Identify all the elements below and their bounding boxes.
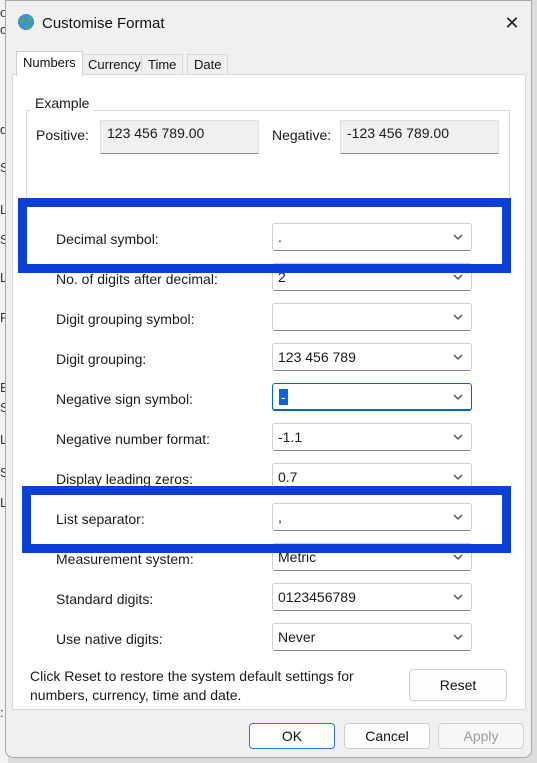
apply-button[interactable]: Apply bbox=[438, 723, 524, 749]
standard-digits-value: 0123456789 bbox=[278, 589, 356, 605]
digit-grouping-symbol-label: Digit grouping symbol: bbox=[56, 311, 195, 327]
tab-numbers[interactable]: Numbers bbox=[16, 51, 83, 76]
close-button[interactable]: ✕ bbox=[493, 6, 531, 40]
chevron-down-icon bbox=[453, 434, 463, 440]
digit-grouping-symbol-dropdown[interactable] bbox=[272, 303, 472, 331]
reset-description: Click Reset to restore the system defaul… bbox=[30, 668, 354, 703]
chevron-down-icon bbox=[453, 314, 463, 320]
digit-grouping-value: 123 456 789 bbox=[278, 349, 356, 365]
display-leading-zeros-dropdown[interactable]: 0.7 bbox=[272, 463, 472, 491]
negative-label: Negative: bbox=[272, 127, 332, 143]
tab-date[interactable]: Date bbox=[187, 54, 229, 74]
title-bar: Customise Format ✕ bbox=[6, 1, 531, 45]
decimal-symbol-dropdown[interactable]: . bbox=[272, 223, 472, 251]
negative-number-format-dropdown[interactable]: -1.1 bbox=[272, 423, 472, 451]
ok-button[interactable]: OK bbox=[249, 723, 335, 749]
measurement-system-label: Measurement system: bbox=[56, 551, 194, 567]
negative-number-format-value: -1.1 bbox=[278, 429, 303, 445]
display-leading-zeros-label: Display leading zeros: bbox=[56, 471, 193, 487]
example-group-title: Example bbox=[30, 95, 95, 111]
decimal-symbol-label: Decimal symbol: bbox=[56, 231, 159, 247]
digit-grouping-dropdown[interactable]: 123 456 789 bbox=[272, 343, 472, 371]
positive-example-box: 123 456 789.00 bbox=[100, 120, 259, 154]
window-title: Customise Format bbox=[42, 15, 165, 32]
chevron-down-icon bbox=[453, 594, 463, 600]
chevron-down-icon bbox=[453, 634, 463, 640]
chevron-down-icon bbox=[453, 474, 463, 480]
list-separator-label: List separator: bbox=[56, 511, 145, 527]
positive-example-value: 123 456 789.00 bbox=[107, 125, 205, 141]
negative-example-value: -123 456 789.00 bbox=[347, 125, 449, 141]
negative-sign-symbol-label: Negative sign symbol: bbox=[56, 391, 193, 407]
negative-example-box: -123 456 789.00 bbox=[340, 120, 499, 154]
chevron-down-icon bbox=[453, 354, 463, 360]
measurement-system-dropdown[interactable]: Metric bbox=[272, 543, 472, 571]
measurement-system-value: Metric bbox=[278, 549, 317, 565]
positive-label: Positive: bbox=[36, 127, 89, 143]
negative-number-format-label: Negative number format: bbox=[56, 431, 211, 447]
reset-button[interactable]: Reset bbox=[409, 669, 507, 701]
digits-after-decimal-value: 2 bbox=[278, 269, 286, 285]
digit-grouping-label: Digit grouping: bbox=[56, 351, 147, 367]
decimal-symbol-value: . bbox=[278, 229, 282, 245]
use-native-digits-dropdown[interactable]: Never bbox=[272, 623, 472, 651]
digits-after-decimal-dropdown[interactable]: 2 bbox=[272, 263, 472, 291]
tab-currency[interactable]: Currency bbox=[81, 54, 148, 74]
chevron-down-icon bbox=[453, 514, 463, 520]
standard-digits-label: Standard digits: bbox=[56, 591, 154, 607]
negative-sign-symbol-dropdown[interactable]: - bbox=[272, 383, 472, 411]
globe-icon bbox=[18, 14, 34, 30]
list-separator-dropdown[interactable]: , bbox=[272, 503, 472, 531]
close-icon: ✕ bbox=[504, 13, 520, 33]
digits-after-decimal-label: No. of digits after decimal: bbox=[56, 271, 218, 287]
use-native-digits-value: Never bbox=[278, 629, 316, 645]
tab-time[interactable]: Time bbox=[141, 54, 184, 74]
cancel-button[interactable]: Cancel bbox=[344, 723, 430, 749]
use-native-digits-label: Use native digits: bbox=[56, 631, 163, 647]
list-separator-value: , bbox=[278, 509, 282, 525]
chevron-down-icon bbox=[453, 394, 463, 400]
chevron-down-icon bbox=[453, 554, 463, 560]
chevron-down-icon bbox=[453, 274, 463, 280]
display-leading-zeros-value: 0.7 bbox=[278, 469, 298, 485]
negative-sign-symbol-value: - bbox=[279, 389, 288, 405]
chevron-down-icon bbox=[453, 234, 463, 240]
standard-digits-dropdown[interactable]: 0123456789 bbox=[272, 583, 472, 611]
